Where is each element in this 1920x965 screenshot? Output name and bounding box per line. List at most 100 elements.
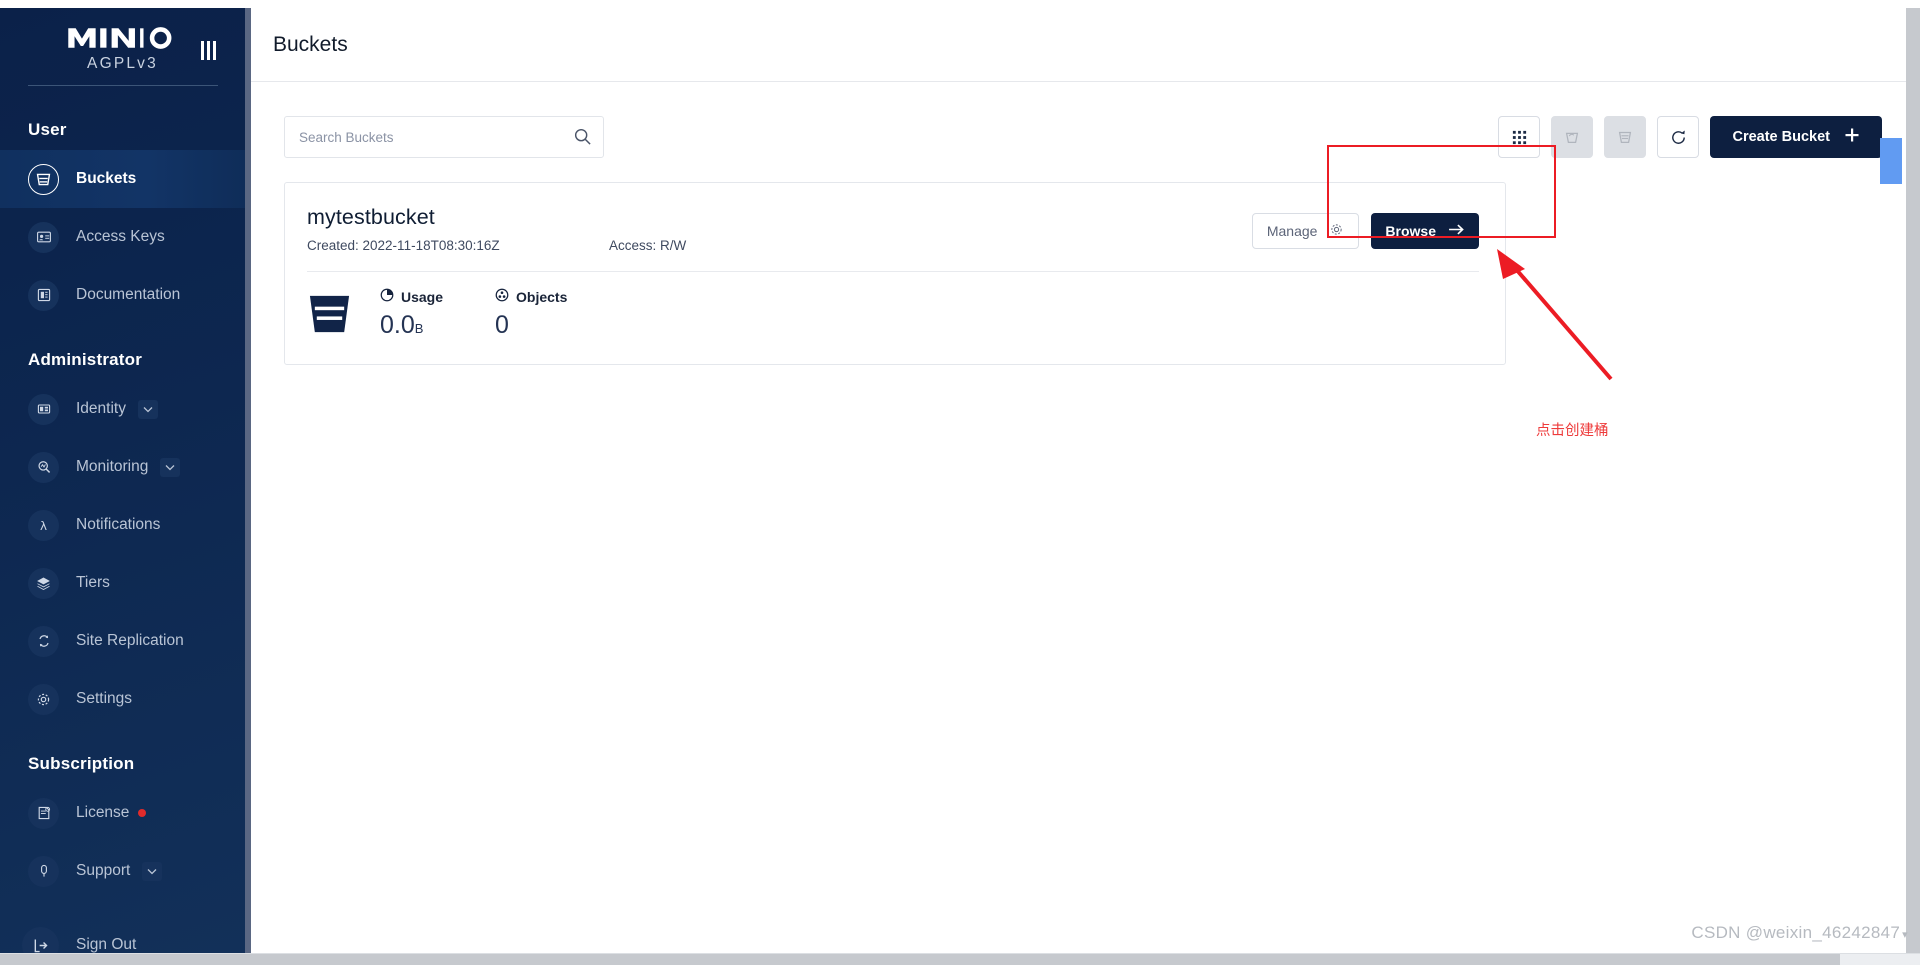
manage-label: Manage bbox=[1266, 223, 1318, 239]
stat-objects-head: Objects bbox=[495, 288, 567, 305]
stat-number: 0.0 bbox=[380, 311, 415, 339]
sidebar-item-settings[interactable]: Settings bbox=[0, 670, 245, 728]
sidebar-item-site-replication[interactable]: Site Replication bbox=[0, 612, 245, 670]
stat-objects: Objects 0 bbox=[495, 288, 567, 340]
sidebar-item-notifications[interactable]: λ Notifications bbox=[0, 496, 245, 554]
sidebar-section-title-user: User bbox=[28, 120, 67, 139]
sidebar-item-label: Site Replication bbox=[76, 632, 184, 649]
bucket-glyph-icon bbox=[309, 295, 350, 333]
sidebar-item-label: Buckets bbox=[76, 170, 137, 187]
sidebar-item-buckets[interactable]: Buckets bbox=[0, 150, 245, 208]
sidebar-item-label: Identity bbox=[76, 400, 126, 417]
sidebar-item-sign-out[interactable]: Sign Out bbox=[0, 916, 245, 953]
sidebar-item-access-keys[interactable]: Access Keys bbox=[0, 208, 245, 266]
bucket-card-header: mytestbucket Created: 2022-11-18T08:30:1… bbox=[307, 205, 1479, 253]
stat-unit: B bbox=[414, 321, 424, 336]
arrow-right-icon bbox=[1448, 223, 1465, 239]
identity-icon bbox=[28, 393, 59, 425]
bucket-access-policy: Access: R/W bbox=[609, 238, 687, 253]
stat-value: 0.0B bbox=[380, 311, 443, 340]
selection-highlight bbox=[1880, 138, 1902, 184]
sidebar-logo-area: AGPLv3 bbox=[0, 8, 245, 94]
stat-label: Objects bbox=[516, 288, 568, 305]
sidebar-item-documentation[interactable]: Documentation bbox=[0, 266, 245, 324]
manage-button[interactable]: Manage bbox=[1251, 213, 1360, 249]
sidebar-item-label: Access Keys bbox=[76, 228, 165, 245]
id-card-icon bbox=[28, 221, 59, 253]
bucket-stats: Usage 0.0B Objects 0 bbox=[307, 272, 1479, 340]
sidebar-item-label: Settings bbox=[76, 690, 133, 707]
sidebar-item-identity[interactable]: Identity bbox=[0, 380, 245, 438]
reload-button[interactable] bbox=[1657, 116, 1700, 158]
create-bucket-label: Create Bucket bbox=[1732, 129, 1830, 145]
sidebar-item-support[interactable]: Support bbox=[0, 842, 245, 900]
book-icon bbox=[28, 279, 59, 311]
chevron-down-icon[interactable] bbox=[137, 399, 158, 419]
watermark-text: CSDN @weixin_46242847 bbox=[1691, 923, 1901, 942]
sync-bucket-button bbox=[1551, 116, 1594, 158]
stat-value: 0 bbox=[495, 311, 567, 340]
replication-icon bbox=[28, 625, 59, 657]
bucket-name[interactable]: mytestbucket bbox=[307, 205, 686, 230]
watermark-caret-icon: ▾ bbox=[1902, 929, 1908, 941]
stat-label: Usage bbox=[401, 288, 444, 305]
sidebar-item-label: Documentation bbox=[76, 286, 181, 303]
sidebar-section-title-subscription: Subscription bbox=[28, 754, 135, 773]
sidebar-item-label: Sign Out bbox=[76, 936, 137, 953]
search-icon[interactable] bbox=[573, 127, 592, 151]
horizontal-scrollbar-thumb[interactable] bbox=[0, 954, 1840, 965]
support-icon bbox=[28, 855, 59, 887]
window-top-strip bbox=[0, 0, 1920, 8]
watermark: CSDN @weixin_46242847 ▾ bbox=[1691, 923, 1908, 943]
page-title: Buckets bbox=[273, 32, 348, 56]
sidebar-item-label: Monitoring bbox=[76, 458, 149, 475]
license-icon bbox=[28, 797, 59, 829]
search-input[interactable] bbox=[284, 116, 604, 158]
stat-usage-head: Usage bbox=[380, 288, 443, 305]
chevron-down-icon[interactable] bbox=[142, 861, 163, 881]
page-header: Buckets bbox=[251, 8, 1920, 82]
layers-icon bbox=[28, 567, 59, 599]
bucket-actions: Manage Browse bbox=[1251, 205, 1479, 249]
vertical-scrollbar[interactable] bbox=[1906, 8, 1920, 953]
stat-usage: Usage 0.0B bbox=[380, 288, 443, 340]
search-buckets bbox=[284, 116, 604, 158]
sidebar-divider bbox=[27, 85, 218, 86]
main-content: Buckets Search Buckets Create Bucket myt… bbox=[251, 8, 1920, 953]
bucket-meta: Created: 2022-11-18T08:30:16Z Access: R/… bbox=[307, 238, 686, 253]
plus-icon bbox=[1844, 127, 1860, 147]
hamburger-icon[interactable] bbox=[201, 40, 223, 60]
gear-icon bbox=[28, 683, 59, 715]
sidebar-item-license[interactable]: License bbox=[0, 784, 245, 842]
app-root: AGPLv3 User Buckets Access Keys Document… bbox=[0, 0, 1920, 965]
bucket-title-block: mytestbucket Created: 2022-11-18T08:30:1… bbox=[307, 205, 686, 253]
pie-chart-icon bbox=[380, 288, 394, 305]
objects-icon bbox=[495, 288, 509, 305]
buckets-toolbar: Create Bucket bbox=[284, 116, 1882, 158]
sidebar-item-label: License bbox=[76, 804, 130, 821]
bucket-icon bbox=[28, 163, 59, 195]
monitoring-icon bbox=[28, 451, 59, 483]
delete-bucket-button bbox=[1604, 116, 1647, 158]
grid-view-button[interactable] bbox=[1498, 116, 1541, 158]
bucket-created-date: Created: 2022-11-18T08:30:16Z bbox=[307, 238, 500, 253]
lambda-icon: λ bbox=[28, 509, 59, 541]
sidebar-item-tiers[interactable]: Tiers bbox=[0, 554, 245, 612]
toolbar-actions: Create Bucket bbox=[1498, 116, 1882, 158]
gear-icon bbox=[1329, 222, 1344, 240]
sidebar-item-label: Tiers bbox=[76, 574, 110, 591]
sidebar-section-title-administrator: Administrator bbox=[28, 350, 143, 369]
browse-label: Browse bbox=[1385, 223, 1436, 239]
bucket-card[interactable]: mytestbucket Created: 2022-11-18T08:30:1… bbox=[284, 182, 1506, 365]
license-status-badge bbox=[138, 809, 147, 817]
sidebar-item-label: Notifications bbox=[76, 516, 161, 533]
sidebar-item-label: Support bbox=[76, 862, 131, 879]
sidebar: AGPLv3 User Buckets Access Keys Document… bbox=[0, 8, 245, 953]
chevron-down-icon[interactable] bbox=[160, 457, 181, 477]
horizontal-scrollbar[interactable] bbox=[0, 953, 1920, 965]
svg-text:λ: λ bbox=[40, 518, 47, 532]
sidebar-item-monitoring[interactable]: Monitoring bbox=[0, 438, 245, 496]
annotation-text: 点击创建桶 bbox=[1536, 423, 1609, 439]
create-bucket-button[interactable]: Create Bucket bbox=[1710, 116, 1882, 158]
browse-button[interactable]: Browse bbox=[1371, 213, 1479, 249]
